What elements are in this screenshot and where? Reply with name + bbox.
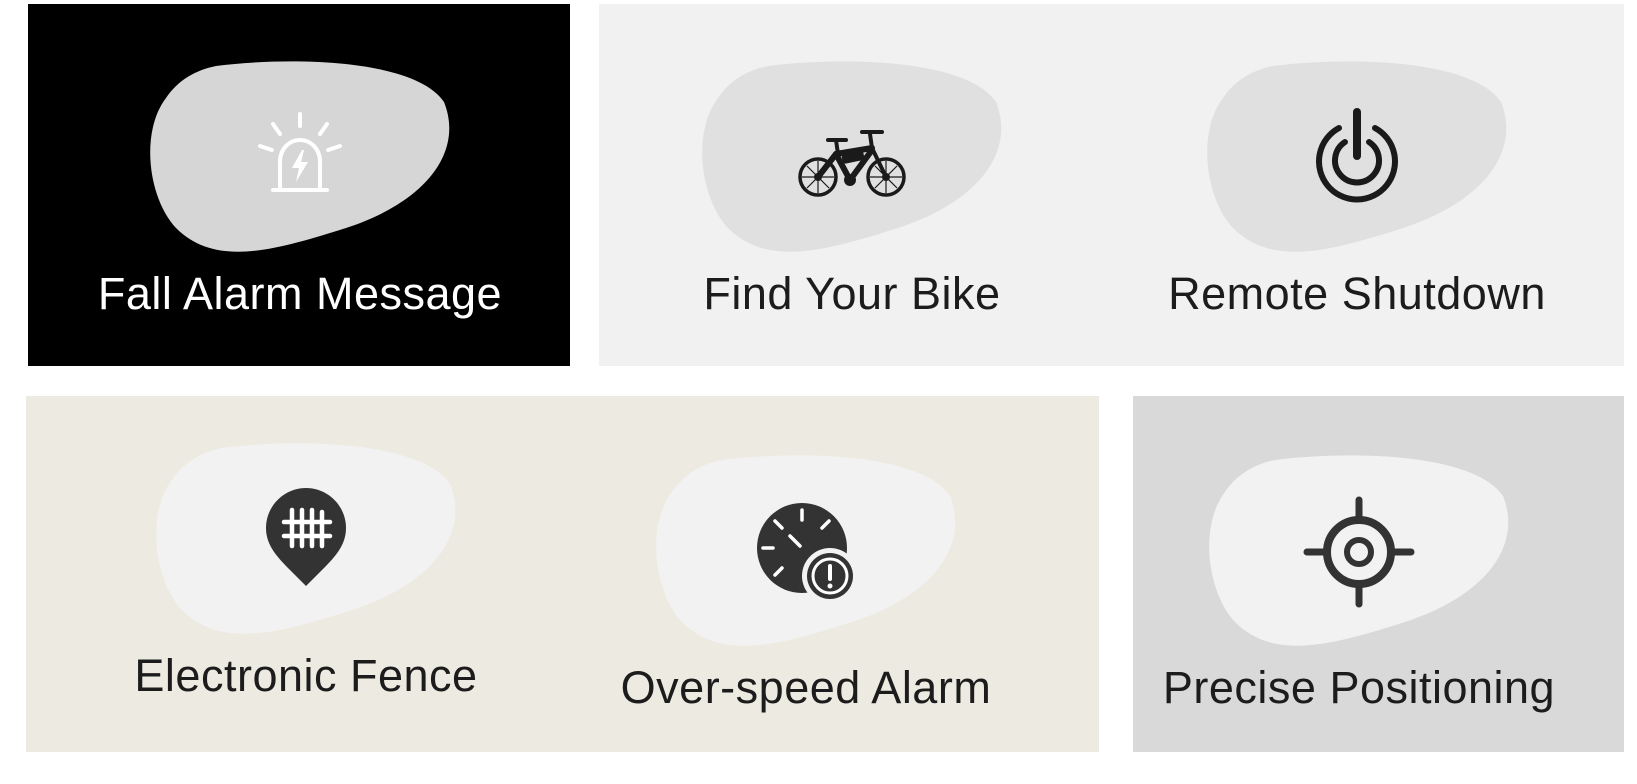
feature-label: Find Your Bike xyxy=(703,268,1001,319)
feature-label: Precise Positioning xyxy=(1162,662,1556,713)
feature-label: Electronic Fence xyxy=(134,650,478,701)
feature-find-your-bike[interactable]: Find Your Bike xyxy=(622,60,1082,390)
feature-precise-positioning[interactable]: Precise Positioning xyxy=(1129,454,1589,784)
crosshair-target-icon xyxy=(1299,492,1419,612)
bicycle-icon xyxy=(792,98,912,218)
feature-remote-shutdown[interactable]: Remote Shutdown xyxy=(1127,60,1587,390)
feature-label: Remote Shutdown xyxy=(1168,268,1546,319)
speedometer-alert-icon xyxy=(746,492,866,612)
alarm-siren-icon xyxy=(240,98,360,218)
feature-label: Fall Alarm Message xyxy=(97,268,503,319)
feature-label: Over-speed Alarm xyxy=(620,662,992,713)
power-icon xyxy=(1297,98,1417,218)
feature-electronic-fence[interactable]: Electronic Fence xyxy=(76,442,536,772)
feature-over-speed-alarm[interactable]: Over-speed Alarm xyxy=(576,454,1036,784)
feature-fall-alarm-message[interactable]: Fall Alarm Message xyxy=(70,60,530,390)
fence-location-pin-icon xyxy=(246,480,366,600)
